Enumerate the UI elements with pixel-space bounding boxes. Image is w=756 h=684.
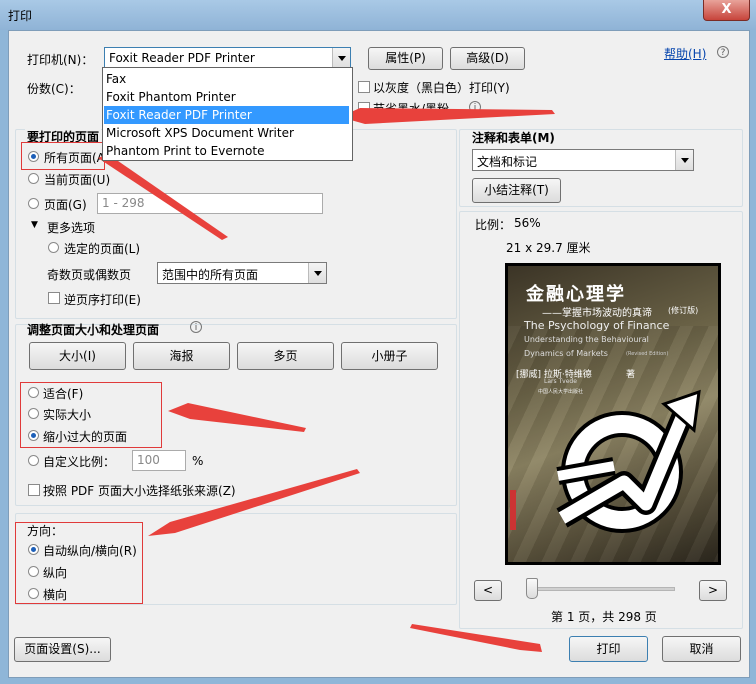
printer-option-foxit-pdf[interactable]: Foxit Reader PDF Printer — [104, 106, 349, 124]
arrow-to-orientation — [148, 469, 360, 536]
arrow-to-printer-option — [340, 108, 555, 124]
arrow-to-all-pages — [98, 154, 228, 240]
printer-option-xps[interactable]: Microsoft XPS Document Writer — [104, 124, 349, 142]
printer-option-phantom[interactable]: Foxit Phantom Printer — [104, 88, 349, 106]
arrow-to-print-button — [410, 624, 542, 652]
printer-option-fax[interactable]: Fax — [104, 70, 349, 88]
printer-dropdown-list: Fax Foxit Phantom Printer Foxit Reader P… — [102, 67, 353, 161]
printer-option-evernote[interactable]: Phantom Print to Evernote — [104, 142, 349, 160]
arrow-to-sizing — [168, 403, 306, 432]
print-dialog-window: 打印 X 打印机(N)： Foxit Reader PDF Printer 属性… — [0, 0, 756, 684]
